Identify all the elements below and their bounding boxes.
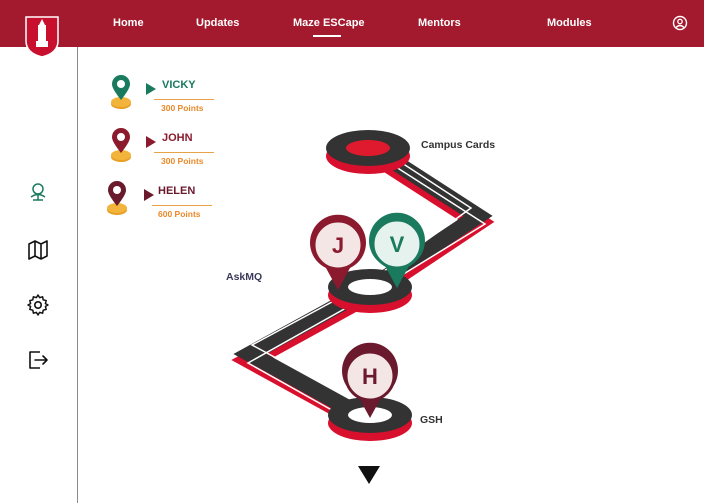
play-arrow-icon bbox=[144, 189, 154, 201]
nav-maze-escape[interactable]: Maze ESCape bbox=[293, 17, 365, 29]
nav-mentors[interactable]: Mentors bbox=[418, 17, 461, 29]
location-pin-icon bbox=[111, 128, 131, 162]
maze-map: J V H bbox=[231, 130, 495, 441]
nav-updates[interactable]: Updates bbox=[196, 17, 239, 29]
leaderboard-name: HELEN bbox=[158, 185, 196, 197]
location-pin-icon bbox=[107, 181, 127, 215]
leaderboard-entry-vicky: VICKY 300 Points bbox=[104, 74, 234, 124]
leaderboard-entry-john: JOHN 300 Points bbox=[104, 127, 234, 177]
location-label-gsh: GSH bbox=[420, 414, 443, 426]
marker-label-v: V bbox=[390, 232, 405, 257]
university-logo[interactable] bbox=[24, 15, 60, 59]
divider bbox=[154, 99, 214, 100]
divider bbox=[154, 152, 214, 153]
leaderboard-entry-helen: HELEN 600 Points bbox=[104, 180, 234, 230]
marker-label-j: J bbox=[332, 233, 344, 258]
sidebar-divider bbox=[77, 47, 78, 503]
node-campus-cards[interactable] bbox=[326, 130, 410, 174]
map-icon[interactable] bbox=[26, 238, 50, 262]
leaderboard-name: VICKY bbox=[162, 79, 196, 91]
location-pin-icon bbox=[111, 75, 131, 109]
leaderboard-icon[interactable] bbox=[26, 180, 50, 204]
leaderboard-points: 300 Points bbox=[161, 156, 204, 166]
leaderboard-name: JOHN bbox=[162, 132, 193, 144]
gear-icon[interactable] bbox=[26, 293, 50, 317]
nav-modules[interactable]: Modules bbox=[547, 17, 592, 29]
location-label-askmq: AskMQ bbox=[226, 271, 263, 283]
play-arrow-icon bbox=[146, 83, 156, 95]
nav-home[interactable]: Home bbox=[113, 17, 144, 29]
active-tab-underline bbox=[313, 35, 341, 37]
play-arrow-icon bbox=[146, 136, 156, 148]
top-nav-bar: Home Updates Maze ESCape Mentors Modules bbox=[0, 0, 704, 58]
leaderboard-points: 300 Points bbox=[161, 103, 204, 113]
scroll-down-arrow-icon[interactable] bbox=[357, 465, 381, 485]
divider bbox=[152, 205, 212, 206]
location-label-campus-cards: Campus Cards bbox=[421, 139, 496, 151]
logout-icon[interactable] bbox=[26, 348, 50, 372]
profile-icon[interactable] bbox=[672, 15, 688, 31]
leaderboard-points: 600 Points bbox=[158, 209, 201, 219]
marker-label-h: H bbox=[362, 364, 378, 389]
